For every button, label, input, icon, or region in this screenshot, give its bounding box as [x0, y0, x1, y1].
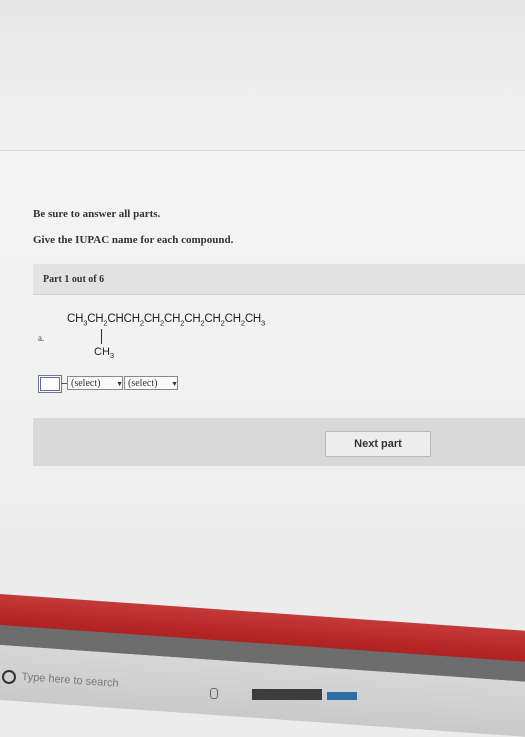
formula-text: CH	[224, 313, 241, 325]
part-header: Part 1 out of 6	[33, 264, 525, 295]
dropdown-arrow-icon: ▼	[116, 380, 123, 388]
formula-subscript: 3	[261, 318, 266, 328]
prefix-select[interactable]: (select) ▼	[67, 376, 123, 390]
navigation-bar: Next part	[33, 418, 525, 466]
instruction-answer-all: Be sure to answer all parts.	[33, 208, 161, 220]
instruction-give-iupac: Give the IUPAC name for each compound.	[33, 234, 234, 246]
cortana-circle-icon[interactable]	[2, 670, 16, 684]
question-letter: a.	[38, 333, 45, 343]
taskbar-app-area	[252, 689, 322, 700]
branch-text: CH	[94, 346, 110, 358]
formula-text: CH	[184, 313, 201, 325]
formula-text: CH	[164, 313, 181, 325]
parent-chain-select[interactable]: (select) ▼	[124, 376, 178, 390]
formula-text: CH	[67, 313, 84, 325]
formula-text: CH	[244, 313, 262, 325]
taskbar-app-icon[interactable]	[327, 692, 357, 700]
locant-input[interactable]	[38, 375, 62, 393]
part-label: Part 1 out of 6	[43, 274, 105, 285]
formula-text: CH	[204, 313, 221, 325]
formula-text: CH	[143, 313, 161, 325]
next-part-button[interactable]: Next part	[325, 431, 431, 457]
microphone-icon[interactable]	[210, 688, 218, 699]
formula-text: CH	[87, 313, 104, 325]
branch-subscript: 3	[109, 351, 115, 361]
prefix-select-value: (select)	[71, 378, 101, 389]
monitor-top-area	[0, 0, 525, 165]
parent-chain-select-value: (select)	[128, 378, 158, 389]
dropdown-arrow-icon: ▼	[171, 380, 178, 388]
structural-formula: CH3CH2CHCH2CH2CH2CH2CH2CH2CH3	[67, 313, 265, 327]
methyl-branch: CH3	[94, 346, 114, 360]
formula-text: CHCH	[107, 313, 140, 325]
branch-bond-line	[101, 329, 102, 344]
